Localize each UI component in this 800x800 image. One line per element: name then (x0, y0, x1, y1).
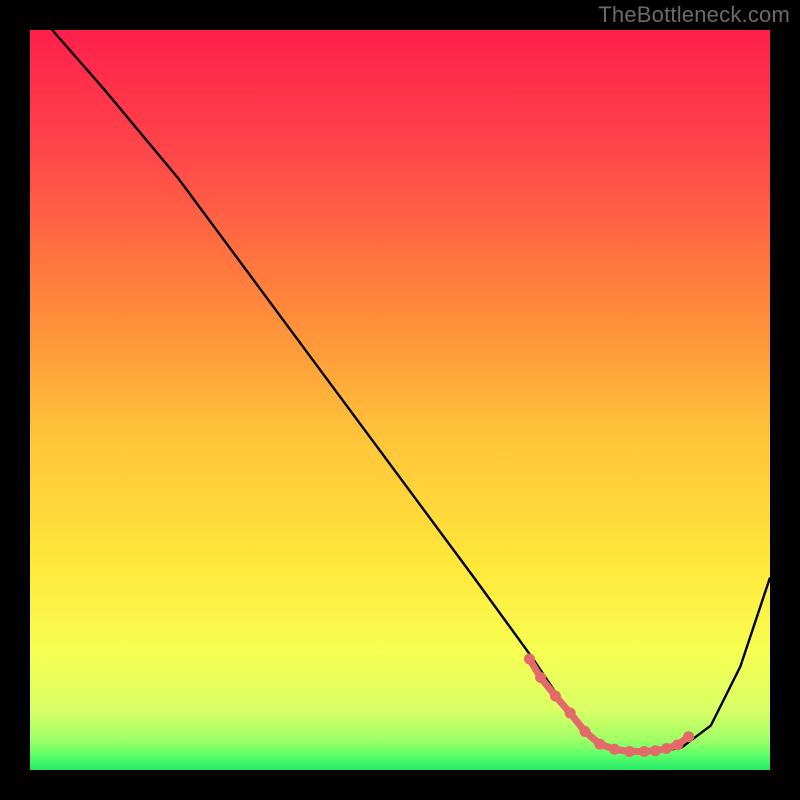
chart-svg (30, 30, 770, 770)
watermark-text: TheBottleneck.com (598, 2, 790, 28)
highlight-dot (609, 744, 620, 755)
highlight-dot (624, 746, 635, 757)
highlight-dot (650, 745, 661, 756)
chart-container: TheBottleneck.com (0, 0, 800, 800)
highlight-dot (661, 743, 672, 754)
highlight-dot (683, 731, 694, 742)
highlight-dot (524, 654, 535, 665)
highlight-dot (535, 672, 546, 683)
highlight-dot (565, 708, 576, 719)
plot-area (30, 30, 770, 770)
highlight-dot (639, 746, 650, 757)
highlight-dot (580, 726, 591, 737)
highlight-dot (550, 691, 561, 702)
highlight-dot (594, 739, 605, 750)
gradient-background (30, 30, 770, 770)
highlight-dot (672, 739, 683, 750)
